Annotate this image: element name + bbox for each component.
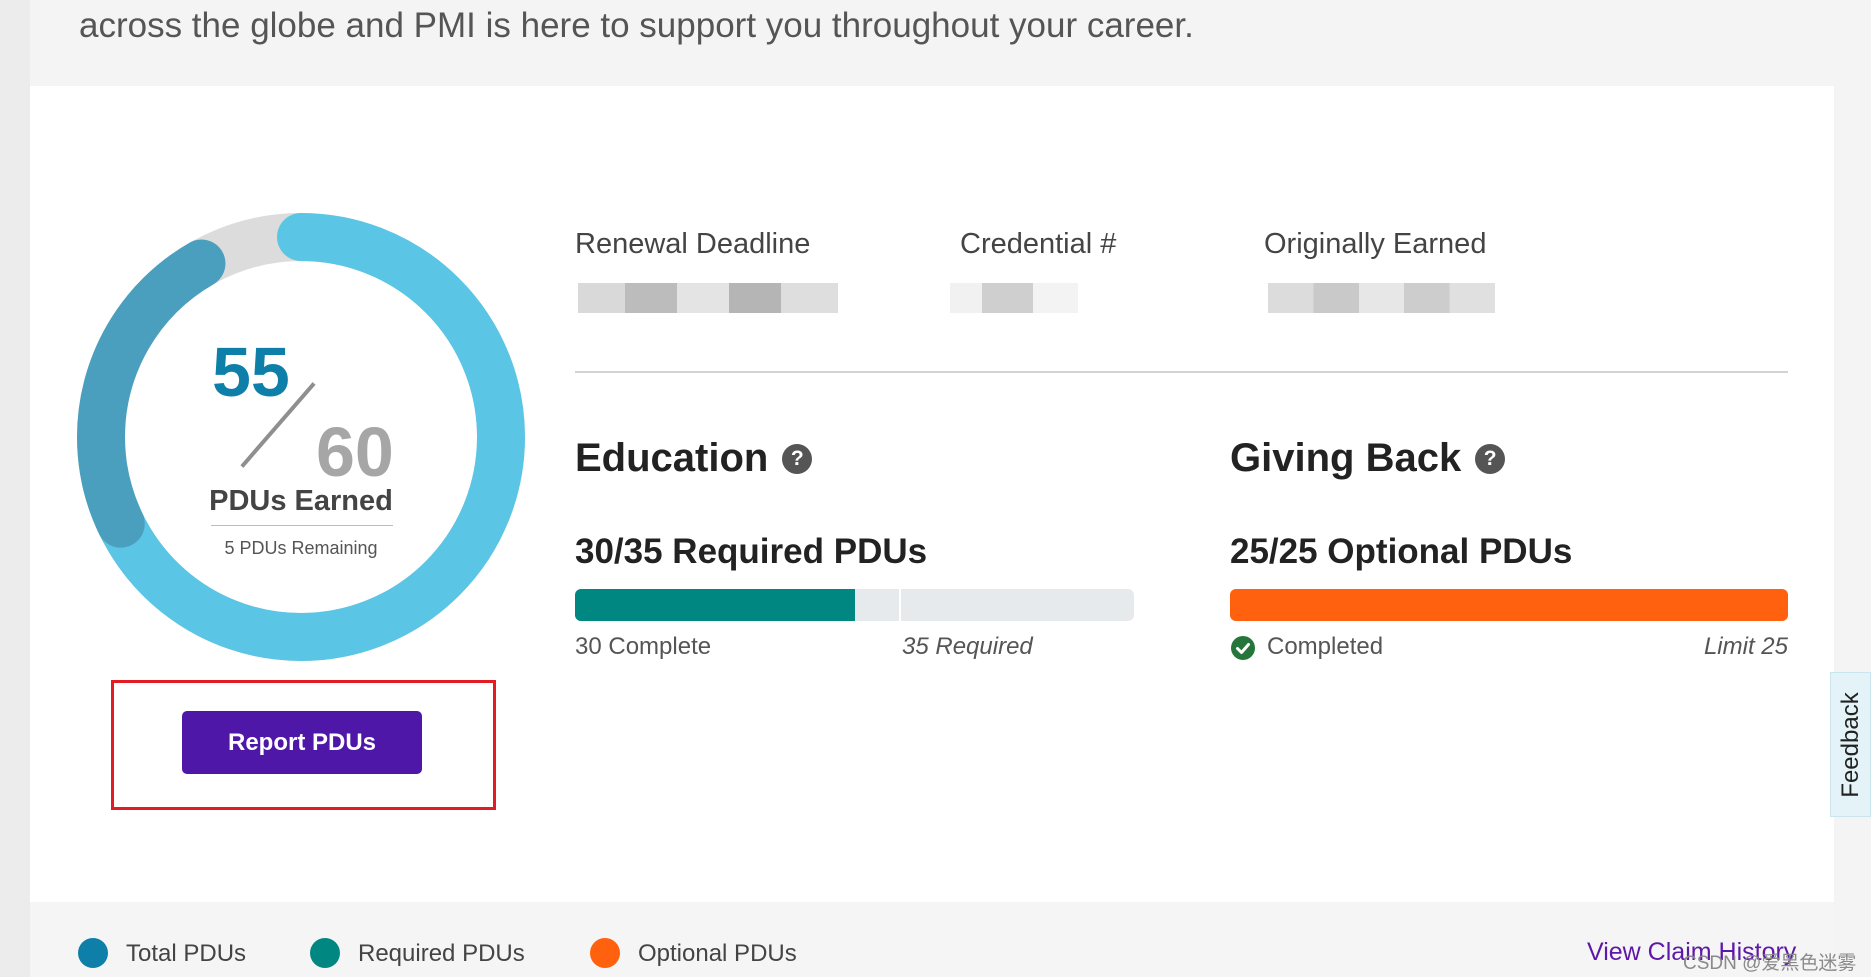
legend-label-total: Total PDUs [126,940,247,967]
pdus-total-count: 60 [316,413,394,491]
pdus-earned-label: PDUs Earned [209,485,393,517]
question-circle-icon[interactable]: ? [782,443,813,474]
giving-back-limit-label: Limit 25 [1703,633,1788,660]
info-divider [575,371,1788,373]
legend-dot-total [78,938,108,968]
page-left-gutter [0,0,30,977]
education-complete-label: 30 Complete [575,633,712,660]
report-pdus-button[interactable]: Report PDUs [182,711,422,774]
check-circle-icon [1231,636,1255,660]
legend-dot-optional [590,938,620,968]
giving-back-progress-bar [1230,589,1788,621]
education-section: Education ? [575,436,813,481]
renewal-deadline-label: Renewal Deadline [575,228,811,260]
credential-number-redacted [950,283,1078,313]
pdu-progress-donut: 55 60 PDUs Earned 5 PDUs Remaining [76,212,526,662]
originally-earned-redacted [1268,283,1495,313]
credential-number-label: Credential # [960,228,1117,260]
giving-back-title: Giving Back [1230,436,1462,480]
donut-divider [211,525,393,526]
intro-text: across the globe and PMI is here to supp… [79,6,1194,45]
education-required-marker [899,589,902,621]
pdus-remaining-label: 5 PDUs Remaining [224,538,378,558]
originally-earned-label: Originally Earned [1264,228,1487,260]
education-summary: 30/35 Required PDUs [575,532,928,571]
giving-back-section: Giving Back ? [1230,436,1506,481]
renewal-deadline-redacted [578,283,838,313]
donut-ring [77,213,525,661]
feedback-label: Feedback [1836,691,1864,798]
giving-back-status-label: Completed [1267,633,1384,660]
watermark: CSDN @爱黑色迷雾 [1683,953,1857,974]
education-title: Education [575,436,769,480]
education-required-label: 35 Required [902,633,1033,660]
legend-label-required: Required PDUs [358,940,525,967]
pdus-earned-count: 55 [212,333,290,411]
feedback-tab[interactable]: Feedback [1830,672,1871,817]
legend-bar [30,902,1834,977]
giving-back-progress-fill [1230,589,1788,621]
education-progress-fill [575,589,855,621]
legend-dot-required [310,938,340,968]
giving-back-summary: 25/25 Optional PDUs [1230,532,1573,571]
question-circle-icon[interactable]: ? [1475,443,1506,474]
legend-label-optional: Optional PDUs [638,940,797,967]
education-progress-bar [575,589,1134,621]
